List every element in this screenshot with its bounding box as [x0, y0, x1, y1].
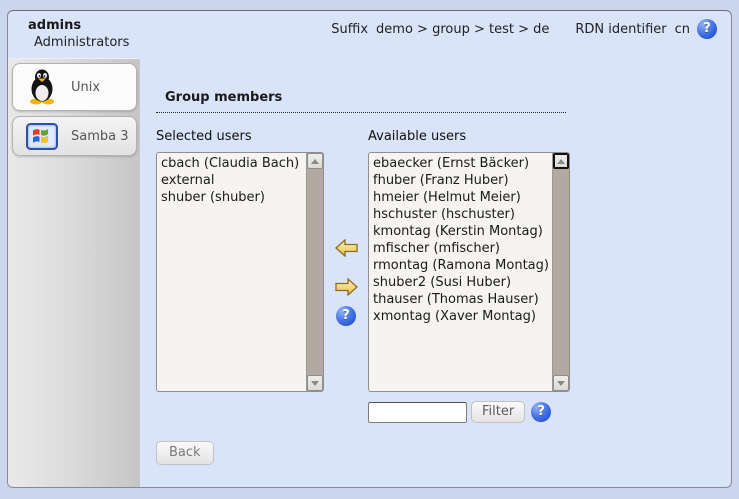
list-item[interactable]: fhuber (Franz Huber) — [373, 172, 569, 189]
selected-users-scrollbar[interactable] — [306, 153, 323, 391]
list-item[interactable]: external — [161, 172, 323, 189]
selected-users-items: cbach (Claudia Bach)externalshuber (shub… — [157, 153, 323, 206]
available-users-scrollbar[interactable] — [552, 153, 569, 391]
header-meta: Suffix demo > group > test > de RDN iden… — [331, 19, 717, 39]
available-users-items: ebaecker (Ernst Bäcker)fhuber (Franz Hub… — [369, 153, 569, 325]
editor-body: Unix Samba 3 Group members — [8, 58, 731, 487]
account-name: admins — [28, 17, 129, 34]
list-item[interactable]: hmeier (Helmut Meier) — [373, 189, 569, 206]
triangle-down-icon — [311, 381, 319, 386]
scroll-up-button[interactable] — [307, 153, 323, 169]
group-members-editor: Selected users cbach (Claudia Bach)exter… — [156, 129, 731, 423]
selected-users-column: Selected users cbach (Claudia Bach)exter… — [156, 129, 324, 392]
suffix-value: demo > group > test > de — [376, 22, 549, 37]
filter-input[interactable] — [368, 402, 467, 423]
list-item[interactable]: mfischer (mfischer) — [373, 240, 569, 257]
triangle-up-icon — [557, 159, 565, 164]
tab-samba-3[interactable]: Samba 3 — [12, 116, 137, 156]
back-button[interactable]: Back — [156, 441, 214, 465]
list-item[interactable]: shuber (shuber) — [161, 189, 323, 206]
filter-row: Filter ? — [368, 401, 570, 423]
tab-unix[interactable]: Unix — [12, 63, 137, 111]
scroll-down-button[interactable] — [553, 375, 569, 391]
list-item[interactable]: ebaecker (Ernst Bäcker) — [373, 155, 569, 172]
list-item[interactable]: xmontag (Xaver Montag) — [373, 308, 569, 325]
move-left-button[interactable] — [335, 239, 358, 257]
list-item[interactable]: hschuster (hschuster) — [373, 206, 569, 223]
scroll-up-button[interactable] — [553, 153, 569, 169]
transfer-controls: ? — [324, 129, 368, 423]
account-editor-window: admins Administrators Suffix demo > grou… — [7, 10, 732, 488]
available-users-listbox[interactable]: ebaecker (Ernst Bäcker)fhuber (Franz Hub… — [368, 152, 570, 392]
help-icon[interactable]: ? — [336, 306, 356, 326]
list-item[interactable]: thauser (Thomas Hauser) — [373, 291, 569, 308]
linux-tux-icon — [26, 69, 58, 105]
account-description: Administrators — [28, 34, 129, 51]
selected-users-listbox[interactable]: cbach (Claudia Bach)externalshuber (shub… — [156, 152, 324, 392]
back-row: Back — [156, 441, 731, 465]
windows-flag-icon — [26, 123, 58, 150]
section-title: Group members — [156, 90, 566, 113]
help-icon[interactable]: ? — [697, 19, 717, 39]
filter-button[interactable]: Filter — [471, 401, 525, 423]
triangle-up-icon — [311, 159, 319, 164]
scroll-down-button[interactable] — [307, 375, 323, 391]
move-right-button[interactable] — [335, 278, 358, 296]
suffix-label: Suffix — [331, 22, 368, 37]
tab-label: Unix — [71, 80, 100, 95]
unix-module-panel: Group members Selected users cbach (Clau… — [140, 58, 731, 487]
available-users-label: Available users — [368, 129, 570, 144]
triangle-down-icon — [557, 381, 565, 386]
list-item[interactable]: kmontag (Kerstin Montag) — [373, 223, 569, 240]
arrow-left-icon — [335, 239, 358, 257]
list-item[interactable]: rmontag (Ramona Montag) — [373, 257, 569, 274]
arrow-right-icon — [335, 278, 358, 296]
module-sidebar: Unix Samba 3 — [8, 58, 140, 487]
account-header: admins Administrators Suffix demo > grou… — [8, 11, 731, 58]
rdn-identifier-value: cn — [675, 22, 690, 37]
list-item[interactable]: cbach (Claudia Bach) — [161, 155, 323, 172]
account-title-block: admins Administrators — [28, 17, 129, 51]
list-item[interactable]: shuber2 (Susi Huber) — [373, 274, 569, 291]
rdn-identifier-label: RDN identifier — [575, 22, 666, 37]
tab-label: Samba 3 — [71, 129, 129, 144]
available-users-column: Available users ebaecker (Ernst Bäcker)f… — [368, 129, 570, 423]
help-icon[interactable]: ? — [531, 402, 551, 422]
selected-users-label: Selected users — [156, 129, 324, 144]
